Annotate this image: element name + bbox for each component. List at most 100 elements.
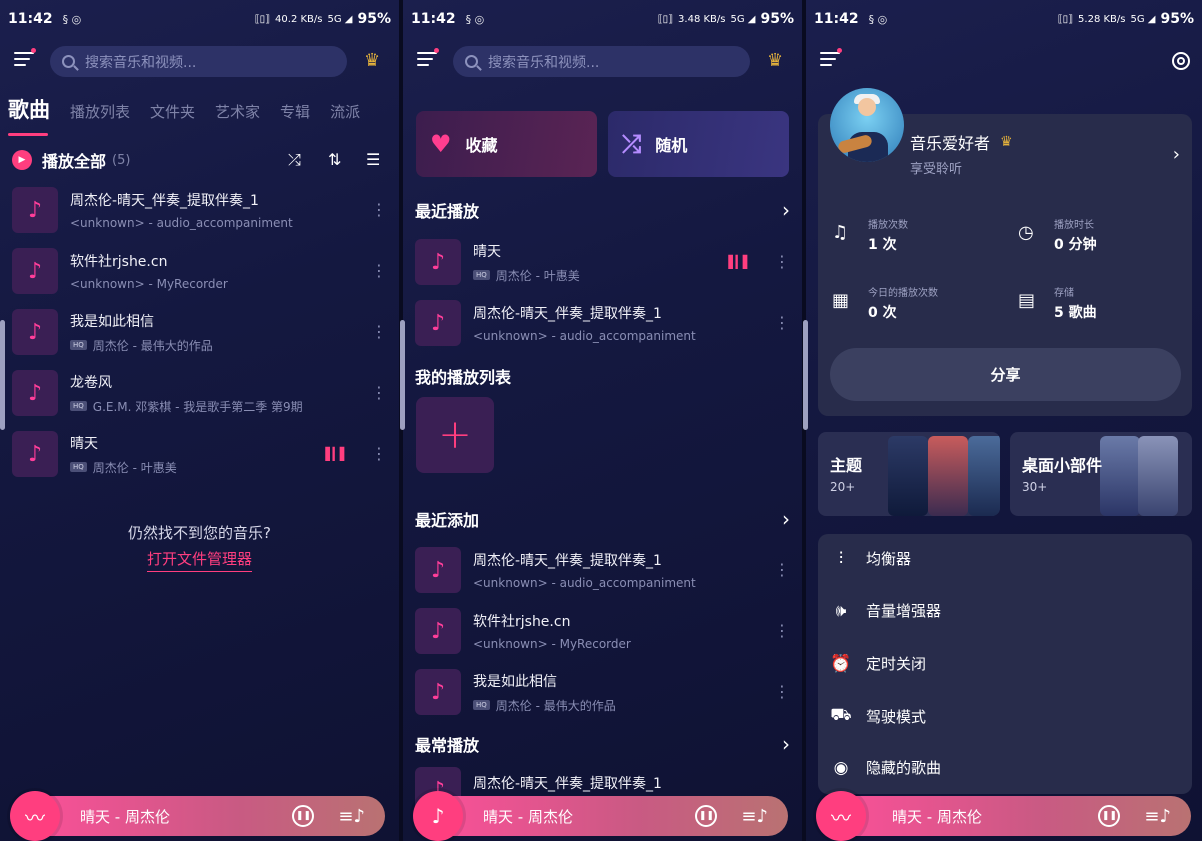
- car-icon: ⛟: [830, 705, 852, 725]
- more-icon[interactable]: ⋮: [371, 202, 387, 218]
- drag-handle[interactable]: [0, 320, 5, 430]
- settings-item-drive-mode[interactable]: ⛟ 驾驶模式: [830, 705, 926, 727]
- chevron-right-icon[interactable]: ›: [1173, 144, 1180, 165]
- mini-player[interactable]: 〰 晴天 - 周杰伦 ❚❚ ≡♪: [10, 791, 385, 841]
- song-item[interactable]: ♪ 晴天 HQ 周杰伦 - 叶惠美 ▌▎▌ ⋮: [415, 234, 790, 290]
- drag-handle[interactable]: [803, 320, 808, 430]
- signal-icon: 5G ◢: [1130, 13, 1156, 25]
- song-item[interactable]: ♪ 晴天 HQ 周杰伦 - 叶惠美 ▌▎▌ ⋮: [12, 426, 387, 482]
- theme-card[interactable]: 主题 20+: [818, 432, 1000, 516]
- mini-player[interactable]: 〰 晴天 - 周杰伦 ❚❚ ≡♪: [816, 791, 1191, 841]
- section-title: 最近添加: [415, 511, 480, 530]
- volume-boost-icon: 🕪: [835, 600, 847, 621]
- multi-select-icon[interactable]: ☰: [366, 150, 380, 169]
- song-title: 周杰伦-晴天_伴奏_提取伴奏_1: [473, 776, 662, 792]
- settings-item-equalizer[interactable]: ⫶ 均衡器: [830, 548, 911, 569]
- stat-label: 播放次数: [868, 220, 908, 231]
- song-item[interactable]: ♪ 周杰伦-晴天_伴奏_提取伴奏_1 <unknown> - audio_acc…: [415, 542, 790, 598]
- settings-gear-icon[interactable]: [1172, 52, 1190, 70]
- song-item[interactable]: ♪ 软件社rjshe.cn <unknown> - MyRecorder ⋮: [415, 603, 790, 659]
- song-subtitle: 周杰伦 - 最伟大的作品: [92, 338, 213, 353]
- pause-button[interactable]: ❚❚: [1098, 805, 1121, 827]
- more-icon[interactable]: ⋮: [774, 623, 790, 639]
- stat-storage: ▤ 存储 5 歌曲: [1018, 284, 1188, 328]
- more-icon[interactable]: ⋮: [774, 562, 790, 578]
- battery-level: 95%: [1160, 11, 1194, 27]
- sort-icon[interactable]: ⇅: [328, 150, 341, 169]
- tab-artists[interactable]: 艺术家: [215, 101, 260, 134]
- song-item[interactable]: ♪ 周杰伦-晴天_伴奏_提取伴奏_1 <unknown> - audio_acc…: [12, 182, 387, 238]
- drag-handle[interactable]: [400, 320, 405, 430]
- recently-added-header[interactable]: 最近添加 ›: [415, 507, 790, 531]
- song-subtitle: 周杰伦 - 叶惠美: [92, 460, 177, 475]
- search-input[interactable]: 搜索音乐和视频...: [50, 46, 347, 77]
- tab-playlists[interactable]: 播放列表: [70, 101, 130, 134]
- search-icon: [465, 55, 478, 68]
- song-item[interactable]: ♪ 我是如此相信 HQ 周杰伦 - 最伟大的作品 ⋮: [12, 304, 387, 360]
- tab-folders[interactable]: 文件夹: [150, 101, 195, 134]
- now-playing-title: 晴天 - 周杰伦: [892, 807, 982, 826]
- search-placeholder: 搜索音乐和视频...: [85, 54, 197, 71]
- section-title: 我的播放列表: [415, 368, 512, 387]
- music-wave-icon[interactable]: 〰: [816, 791, 866, 841]
- crown-icon[interactable]: ♛: [767, 52, 789, 70]
- more-icon[interactable]: ⋮: [774, 315, 790, 331]
- crown-icon[interactable]: ♛: [364, 52, 386, 70]
- open-file-manager-link[interactable]: 打开文件管理器: [146, 550, 252, 572]
- menu-icon[interactable]: [14, 48, 36, 68]
- avatar[interactable]: [830, 88, 904, 162]
- music-note-icon[interactable]: ♪: [413, 791, 463, 841]
- favorites-card[interactable]: ♥ 收藏: [416, 111, 597, 177]
- menu-icon[interactable]: [820, 48, 842, 68]
- settings-label: 均衡器: [866, 550, 912, 568]
- queue-icon[interactable]: ≡♪: [1144, 806, 1171, 827]
- mini-player[interactable]: ♪ 晴天 - 周杰伦 ❚❚ ≡♪: [413, 791, 788, 841]
- network-speed: 40.2 KB/s: [275, 13, 323, 25]
- user-name: 音乐爱好者: [910, 134, 991, 153]
- home-screen: 11:42 § ◎ ⟦▯⟧ 3.48 KB/s 5G ◢ 95% 搜索音乐和视频…: [403, 0, 802, 841]
- pause-button[interactable]: ❚❚: [292, 805, 315, 827]
- section-title: 最常播放: [415, 736, 480, 755]
- music-wave-icon[interactable]: 〰: [10, 791, 60, 841]
- menu-icon[interactable]: [417, 48, 439, 68]
- most-played-header[interactable]: 最常播放 ›: [415, 732, 790, 756]
- tab-genres[interactable]: 流派: [330, 101, 360, 134]
- song-item[interactable]: ♪ 周杰伦-晴天_伴奏_提取伴奏_1 <unknown> - audio_acc…: [415, 295, 790, 351]
- alarm-icon: ⏰: [830, 653, 852, 674]
- settings-item-volume-boost[interactable]: 🕪 音量增强器: [830, 600, 941, 621]
- section-title: 最近播放: [415, 202, 480, 221]
- more-icon[interactable]: ⋮: [371, 385, 387, 401]
- song-subtitle: <unknown> - audio_accompaniment: [473, 576, 696, 590]
- settings-item-sleep-timer[interactable]: ⏰ 定时关闭: [830, 653, 926, 674]
- pause-button[interactable]: ❚❚: [695, 805, 718, 827]
- play-all-button[interactable]: ▶ 播放全部 (5): [12, 148, 130, 172]
- share-button[interactable]: 分享: [830, 348, 1181, 401]
- widgets-card[interactable]: 桌面小部件 30+: [1010, 432, 1192, 516]
- song-item[interactable]: ♪ 软件社rjshe.cn <unknown> - MyRecorder ⋮: [12, 243, 387, 299]
- shuffle-icon[interactable]: ⤮: [288, 150, 301, 170]
- more-icon[interactable]: ⋮: [774, 684, 790, 700]
- storage-icon: ▤: [1018, 290, 1036, 311]
- add-playlist-button[interactable]: +: [416, 397, 494, 473]
- queue-icon[interactable]: ≡♪: [338, 806, 365, 827]
- more-icon[interactable]: ⋮: [774, 254, 790, 270]
- song-title: 软件社rjshe.cn: [70, 254, 168, 270]
- shuffle-card[interactable]: ⤮ 随机: [608, 111, 789, 177]
- more-icon[interactable]: ⋮: [371, 446, 387, 462]
- song-item[interactable]: ♪ 我是如此相信 HQ 周杰伦 - 最伟大的作品 ⋮: [415, 664, 790, 720]
- crown-icon: ♛: [1000, 134, 1013, 150]
- more-icon[interactable]: ⋮: [371, 324, 387, 340]
- song-item[interactable]: ♪ 龙卷风 HQ G.E.M. 邓紫棋 - 我是歌手第二季 第9期 ⋮: [12, 365, 387, 421]
- stat-label: 存储: [1054, 288, 1074, 299]
- more-icon[interactable]: ⋮: [371, 263, 387, 279]
- user-name-row[interactable]: 音乐爱好者 ♛: [910, 130, 1013, 154]
- song-count: (5): [112, 152, 131, 168]
- recent-played-header[interactable]: 最近播放 ›: [415, 198, 790, 222]
- settings-item-hidden-songs[interactable]: ◉ 隐藏的歌曲: [830, 757, 941, 778]
- tab-albums[interactable]: 专辑: [280, 101, 310, 134]
- hq-badge: HQ: [473, 700, 490, 710]
- search-input[interactable]: 搜索音乐和视频...: [453, 46, 750, 77]
- tab-songs[interactable]: 歌曲: [8, 94, 50, 136]
- queue-icon[interactable]: ≡♪: [741, 806, 768, 827]
- now-playing-equalizer-icon: ▌▎▌: [728, 255, 752, 269]
